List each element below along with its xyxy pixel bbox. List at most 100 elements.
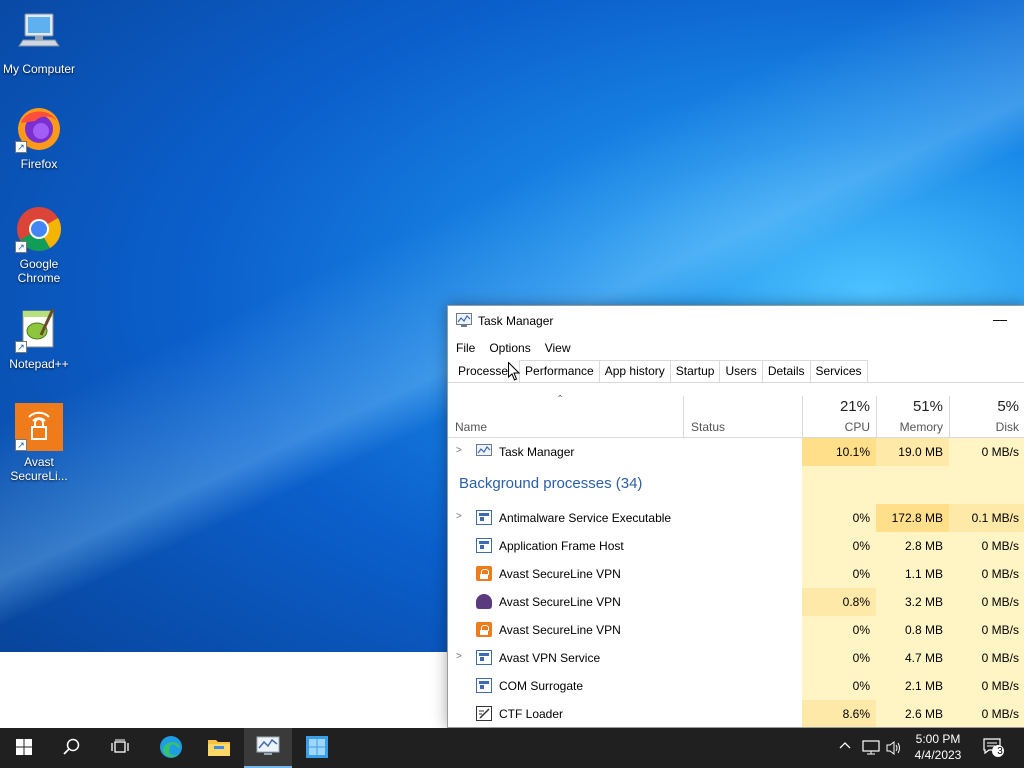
- group-header-background-processes[interactable]: Background processes (34): [448, 466, 1024, 504]
- process-name: Task Manager: [499, 445, 575, 459]
- file-explorer-icon: [207, 737, 231, 760]
- column-header-memory[interactable]: 51% Memory: [876, 396, 949, 438]
- memory-value: 3.2 MB: [876, 588, 949, 616]
- disk-value: 0 MB/s: [949, 532, 1024, 560]
- sort-up-icon: ⌃: [556, 394, 565, 405]
- column-header-row: ⌃ Name Status 21% CPU 51% Memory 5% Disk: [448, 394, 1024, 438]
- menu-options[interactable]: Options: [487, 341, 538, 355]
- desktop-icon-google-chrome[interactable]: ↗ Google Chrome: [0, 205, 78, 285]
- task-manager-icon: [476, 444, 492, 459]
- edge-button[interactable]: [147, 728, 195, 768]
- process-row[interactable]: > Avast VPN Service 0% 4.7 MB 0 MB/s: [448, 644, 1024, 672]
- expand-chevron-icon[interactable]: >: [456, 651, 462, 662]
- task-manager-taskbar-button[interactable]: [244, 728, 292, 768]
- disk-value: 0 MB/s: [949, 616, 1024, 644]
- menu-file[interactable]: File: [454, 341, 483, 355]
- avast-vpn-icon: ↗: [15, 403, 63, 451]
- desktop-icon-firefox[interactable]: ↗ Firefox: [0, 105, 78, 171]
- desktop-icon-notepadpp[interactable]: ↗ Notepad++: [0, 305, 78, 371]
- menu-bar: File Options View: [448, 336, 1024, 360]
- volume-icon[interactable]: [886, 740, 902, 759]
- disk-total: 5%: [997, 398, 1019, 415]
- task-manager-icon: [456, 312, 472, 330]
- windows-app-button[interactable]: [293, 728, 341, 768]
- disk-value: 0 MB/s: [949, 700, 1024, 727]
- ctf-loader-icon: [476, 706, 492, 721]
- expand-chevron-icon[interactable]: >: [456, 511, 462, 522]
- task-view-icon: [111, 739, 129, 758]
- memory-value: 2.1 MB: [876, 672, 949, 700]
- start-button[interactable]: [0, 728, 48, 768]
- process-row[interactable]: > Antimalware Service Executable 0% 172.…: [448, 504, 1024, 532]
- shortcut-arrow-icon: ↗: [15, 439, 27, 451]
- notepadpp-icon: ↗: [15, 305, 63, 353]
- mouse-cursor-icon: [508, 361, 521, 381]
- process-row[interactable]: Avast SecureLine VPN 0% 1.1 MB 0 MB/s: [448, 560, 1024, 588]
- process-name: Application Frame Host: [499, 539, 624, 553]
- tab-users[interactable]: Users: [719, 360, 763, 382]
- cpu-value: 0%: [802, 504, 876, 532]
- clock[interactable]: 5:00 PM 4/4/2023: [908, 731, 968, 763]
- task-manager-icon: [256, 736, 280, 759]
- app-window-icon: [476, 650, 492, 665]
- desktop-icon-label: Notepad++: [9, 357, 69, 371]
- network-icon[interactable]: [862, 740, 880, 759]
- tab-bar: Processes Performance App history Startu…: [448, 359, 1024, 383]
- disk-value: 0 MB/s: [949, 588, 1024, 616]
- menu-view[interactable]: View: [543, 341, 579, 355]
- minimize-button[interactable]: —: [990, 311, 1010, 327]
- column-header-name[interactable]: ⌃ Name: [448, 394, 683, 438]
- task-manager-window[interactable]: Task Manager — File Options View Process…: [447, 305, 1024, 728]
- process-row[interactable]: > Task Manager 10.1% 19.0 MB 0 MB/s: [448, 438, 1024, 466]
- memory-value: 2.6 MB: [876, 700, 949, 727]
- process-name: Avast SecureLine VPN: [499, 623, 621, 637]
- tab-startup[interactable]: Startup: [669, 360, 721, 382]
- column-header-cpu[interactable]: 21% CPU: [802, 396, 876, 438]
- process-row[interactable]: COM Surrogate 0% 2.1 MB 0 MB/s: [448, 672, 1024, 700]
- shortcut-arrow-icon: ↗: [15, 241, 27, 253]
- memory-value: 4.7 MB: [876, 644, 949, 672]
- cpu-value: 0%: [802, 532, 876, 560]
- cpu-value: 0%: [802, 644, 876, 672]
- disk-value: 0 MB/s: [949, 644, 1024, 672]
- cpu-value: 10.1%: [802, 438, 876, 466]
- tab-services[interactable]: Services: [809, 360, 868, 382]
- column-header-disk[interactable]: 5% Disk: [949, 396, 1024, 438]
- process-row[interactable]: Avast SecureLine VPN 0.8% 3.2 MB 0 MB/s: [448, 588, 1024, 616]
- process-row[interactable]: Avast SecureLine VPN 0% 0.8 MB 0 MB/s: [448, 616, 1024, 644]
- search-icon: [63, 738, 81, 759]
- show-hidden-icons-chevron-icon[interactable]: [838, 738, 852, 755]
- column-header-status[interactable]: Status: [683, 396, 802, 438]
- file-explorer-button[interactable]: [195, 728, 243, 768]
- memory-value: 1.1 MB: [876, 560, 949, 588]
- edge-icon: [159, 735, 183, 762]
- disk-value: 0 MB/s: [949, 438, 1024, 466]
- cpu-value: 0%: [802, 616, 876, 644]
- cpu-value: 0%: [802, 560, 876, 588]
- notification-count-badge: 3: [997, 746, 1003, 757]
- desktop-icon-label: Firefox: [20, 157, 58, 171]
- computer-icon: [15, 10, 63, 58]
- tab-details[interactable]: Details: [761, 360, 811, 382]
- tab-app-history[interactable]: App history: [598, 360, 671, 382]
- process-row[interactable]: CTF Loader 8.6% 2.6 MB 0 MB/s: [448, 700, 1024, 727]
- process-name: COM Surrogate: [499, 679, 584, 693]
- expand-chevron-icon[interactable]: >: [456, 445, 462, 456]
- cpu-value: 8.6%: [802, 700, 876, 727]
- avast-lock-icon: [476, 566, 492, 581]
- memory-value: 172.8 MB: [876, 504, 949, 532]
- title-bar[interactable]: Task Manager —: [448, 306, 1024, 336]
- process-name: Avast VPN Service: [499, 651, 601, 665]
- task-view-button[interactable]: [96, 728, 144, 768]
- avast-lock-icon: [476, 622, 492, 637]
- process-row[interactable]: Application Frame Host 0% 2.8 MB 0 MB/s: [448, 532, 1024, 560]
- clock-time: 5:00 PM: [915, 732, 961, 746]
- desktop-icon-avast-secureline[interactable]: ↗ Avast SecureLi...: [0, 403, 78, 483]
- search-button[interactable]: [48, 728, 96, 768]
- process-name: CTF Loader: [499, 707, 564, 721]
- desktop-icon-my-computer[interactable]: My Computer: [0, 10, 78, 76]
- process-name: Avast SecureLine VPN: [499, 595, 621, 609]
- cpu-value: 0.8%: [802, 588, 876, 616]
- windows-app-icon: [306, 735, 328, 761]
- tab-performance[interactable]: Performance: [519, 360, 600, 382]
